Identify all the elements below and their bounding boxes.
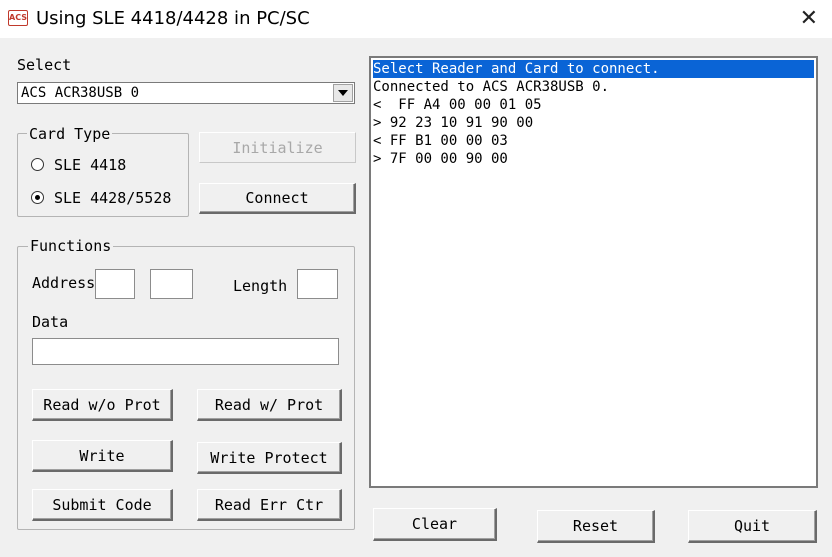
read-without-protection-button[interactable]: Read w/o Prot [32, 389, 173, 421]
radio-sle4418[interactable] [31, 158, 44, 171]
acs-app-icon: ACS [8, 10, 28, 26]
submit-code-button[interactable]: Submit Code [32, 489, 173, 521]
window-title: Using SLE 4418/4428 in PC/SC [36, 8, 310, 29]
quit-button[interactable]: Quit [688, 510, 817, 543]
address-lo-field[interactable] [150, 269, 193, 299]
radio-sle4428[interactable] [31, 191, 44, 204]
functions-title: Functions [28, 237, 114, 255]
close-icon[interactable]: ✕ [800, 6, 818, 31]
length-label: Length [233, 277, 288, 295]
log-listbox[interactable]: Select Reader and Card to connect. Conne… [369, 56, 818, 488]
chevron-down-icon[interactable] [333, 84, 353, 102]
clear-button[interactable]: Clear [373, 508, 497, 541]
log-line[interactable]: < FF A4 00 00 01 05 [373, 96, 542, 114]
card-type-title: Card Type [27, 125, 113, 143]
data-label: Data [32, 313, 69, 331]
radio-sle4418-label: SLE 4418 [54, 156, 127, 174]
connect-button[interactable]: Connect [199, 183, 356, 214]
radio-sle4428-label: SLE 4428/5528 [54, 189, 172, 207]
reader-select-value: ACS ACR38USB 0 [21, 85, 140, 101]
write-protect-button[interactable]: Write Protect [197, 442, 342, 474]
length-field[interactable] [297, 269, 338, 299]
read-error-counter-button[interactable]: Read Err Ctr [197, 489, 342, 521]
select-label: Select [17, 56, 72, 74]
log-line[interactable]: Connected to ACS ACR38USB 0. [373, 78, 609, 96]
reader-select[interactable]: ACS ACR38USB 0 [17, 82, 355, 104]
read-with-protection-button[interactable]: Read w/ Prot [197, 389, 342, 421]
log-line[interactable]: > 92 23 10 91 90 00 [373, 114, 533, 132]
address-hi-field[interactable] [95, 269, 135, 299]
log-line[interactable]: > 7F 00 00 90 00 [373, 150, 508, 168]
data-field[interactable] [32, 338, 339, 365]
title-bar: ACS Using SLE 4418/4428 in PC/SC ✕ [0, 0, 832, 38]
reset-button[interactable]: Reset [537, 510, 655, 543]
log-line[interactable]: < FF B1 00 00 03 [373, 132, 508, 150]
initialize-button[interactable]: Initialize [199, 132, 356, 163]
write-button[interactable]: Write [32, 440, 173, 472]
log-line-selected[interactable]: Select Reader and Card to connect. [373, 60, 814, 78]
address-label: Address: [32, 274, 105, 292]
